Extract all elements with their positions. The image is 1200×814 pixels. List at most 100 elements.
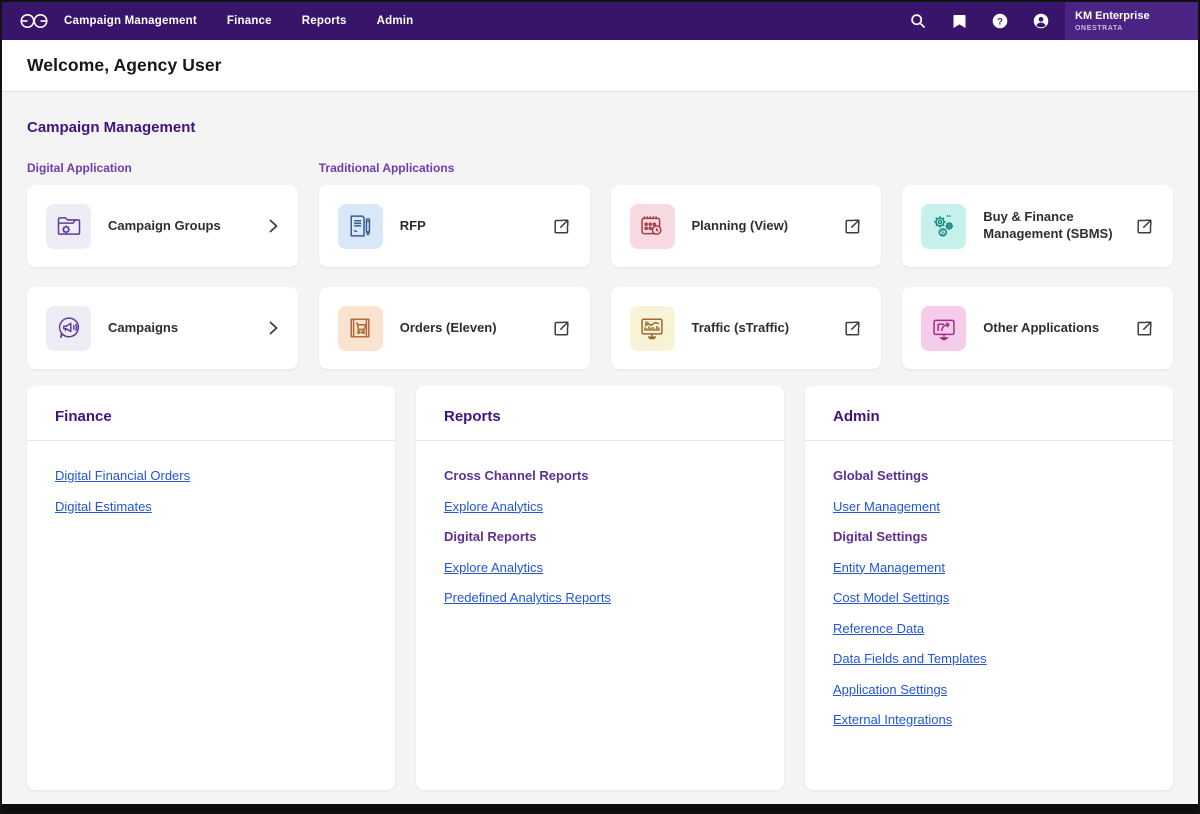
primary-nav: Campaign Management Finance Reports Admin: [64, 15, 413, 27]
link-entity-management: Entity Management: [833, 559, 1145, 577]
link-text-entity-management[interactable]: Entity Management: [833, 560, 945, 575]
monitor-arrow-icon: [921, 306, 966, 351]
panel-title-reports: Reports: [444, 408, 756, 425]
app-card-orders-eleven[interactable]: Orders (Eleven): [319, 287, 590, 369]
app-card-other-applications[interactable]: Other Applications: [902, 287, 1173, 369]
app-card-label: Campaign Groups: [108, 218, 269, 235]
tenant-switcher[interactable]: KM Enterprise ONESTRATA: [1065, 2, 1198, 40]
link-text-user-management[interactable]: User Management: [833, 499, 940, 514]
gears-dollar-icon: $: [921, 204, 966, 249]
calendar-clock-icon: [630, 204, 675, 249]
panel-body-admin: Global Settings User Management Digital Se…: [805, 441, 1173, 768]
panel-header-reports: Reports: [416, 386, 784, 441]
app-card-campaigns[interactable]: Campaigns: [27, 287, 298, 369]
link-text-digital-estimates[interactable]: Digital Estimates: [55, 499, 152, 514]
panel-admin: Admin Global Settings User Management Digit…: [805, 386, 1173, 790]
svg-text:$: $: [941, 230, 945, 237]
tenant-name: KM Enterprise: [1075, 10, 1188, 23]
app-card-label: RFP: [400, 218, 553, 235]
welcome-bar: Welcome, Agency User: [2, 40, 1198, 92]
app-card-label: Buy & Finance Management (SBMS): [983, 209, 1136, 243]
svg-text:?: ?: [997, 16, 1003, 27]
nav-item-finance[interactable]: Finance: [227, 15, 272, 27]
link-predefined-analytics-reports: Predefined Analytics Reports: [444, 589, 756, 607]
panel-reports: Reports Cross Channel Reports Explore Anal…: [416, 386, 784, 790]
folder-gear-icon: [46, 204, 91, 249]
link-text-explore-analytics[interactable]: Explore Analytics: [444, 560, 543, 575]
link-data-fields-and-templates: Data Fields and Templates: [833, 650, 1145, 668]
subheading-digital-settings: Digital Settings: [833, 528, 1145, 546]
search-icon[interactable]: [910, 13, 926, 29]
link-explore-analytics: Explore Analytics: [444, 559, 756, 577]
app-card-label: Traffic (sTraffic): [692, 320, 845, 337]
nav-actions: ?: [910, 13, 1049, 29]
nav-item-admin[interactable]: Admin: [377, 15, 414, 27]
nav-item-campaign-management[interactable]: Campaign Management: [64, 15, 197, 27]
top-navbar: Campaign Management Finance Reports Admin ?…: [2, 2, 1198, 40]
tenant-subtitle: ONESTRATA: [1075, 25, 1188, 32]
panel-title-admin: Admin: [833, 408, 1145, 425]
link-text-explore-analytics[interactable]: Explore Analytics: [444, 499, 543, 514]
link-text-predefined-analytics-reports[interactable]: Predefined Analytics Reports: [444, 590, 611, 605]
link-text-reference-data[interactable]: Reference Data: [833, 621, 924, 636]
help-icon[interactable]: ?: [992, 13, 1008, 29]
link-reference-data: Reference Data: [833, 620, 1145, 638]
link-digital-financial-orders: Digital Financial Orders: [55, 467, 367, 485]
link-digital-estimates: Digital Estimates: [55, 498, 367, 516]
app-card-buy-finance-management-sbms[interactable]: $ Buy & Finance Management (SBMS): [902, 185, 1173, 267]
link-text-cost-model-settings[interactable]: Cost Model Settings: [833, 590, 949, 605]
subheading-digital-reports: Digital Reports: [444, 528, 756, 546]
monitor-chart-icon: [630, 306, 675, 351]
link-application-settings: Application Settings: [833, 681, 1145, 699]
external-link-icon[interactable]: [553, 320, 570, 337]
panel-body-reports: Cross Channel Reports Explore Analytics Di…: [416, 441, 784, 646]
link-user-management: User Management: [833, 498, 1145, 516]
mediaocean-logo[interactable]: [14, 12, 54, 30]
link-text-external-integrations[interactable]: External Integrations: [833, 712, 952, 727]
subheading-global-settings: Global Settings: [833, 467, 1145, 485]
window-bottom-edge: [2, 804, 1198, 812]
chevron-right-icon[interactable]: [269, 321, 278, 335]
external-link-icon[interactable]: [844, 320, 861, 337]
main-content: Campaign Management Digital Application …: [2, 92, 1198, 804]
bookmark-icon[interactable]: [951, 13, 967, 29]
link-text-application-settings[interactable]: Application Settings: [833, 682, 947, 697]
section-title-campaign-management: Campaign Management: [27, 119, 1173, 136]
application-cards-grid: Campaign Groups RFP Planning (View) $ Buy & …: [27, 185, 1173, 369]
nav-item-reports[interactable]: Reports: [302, 15, 347, 27]
external-link-icon[interactable]: [553, 218, 570, 235]
document-pen-icon: [338, 204, 383, 249]
group-label-digital: Digital Application: [27, 161, 298, 175]
external-link-icon[interactable]: [1136, 218, 1153, 235]
app-card-label: Planning (View): [692, 218, 845, 235]
subheading-cross-channel-reports: Cross Channel Reports: [444, 467, 756, 485]
group-label-traditional: Traditional Applications: [319, 161, 1173, 175]
link-external-integrations: External Integrations: [833, 711, 1145, 729]
app-card-label: Campaigns: [108, 320, 269, 337]
panel-body-finance: Digital Financial Orders Digital Estimate…: [27, 441, 395, 554]
section-panels: Finance Digital Financial Orders Digital E…: [27, 386, 1173, 790]
app-card-label: Orders (Eleven): [400, 320, 553, 337]
page-title: Welcome, Agency User: [27, 55, 222, 76]
app-card-label: Other Applications: [983, 320, 1136, 337]
link-explore-analytics: Explore Analytics: [444, 498, 756, 516]
megaphone-bubble-icon: [46, 306, 91, 351]
app-card-rfp[interactable]: RFP: [319, 185, 590, 267]
account-icon[interactable]: [1033, 13, 1049, 29]
external-link-icon[interactable]: [1136, 320, 1153, 337]
panel-header-finance: Finance: [27, 386, 395, 441]
cart-frame-icon: [338, 306, 383, 351]
app-card-campaign-groups[interactable]: Campaign Groups: [27, 185, 298, 267]
panel-finance: Finance Digital Financial Orders Digital E…: [27, 386, 395, 790]
panel-header-admin: Admin: [805, 386, 1173, 441]
link-text-digital-financial-orders[interactable]: Digital Financial Orders: [55, 468, 190, 483]
link-text-data-fields-and-templates[interactable]: Data Fields and Templates: [833, 651, 987, 666]
panel-title-finance: Finance: [55, 408, 367, 425]
app-card-traffic-straffic[interactable]: Traffic (sTraffic): [611, 287, 882, 369]
app-window: Campaign Management Finance Reports Admin ?…: [0, 0, 1200, 814]
app-card-planning-view[interactable]: Planning (View): [611, 185, 882, 267]
card-group-labels: Digital Application Traditional Applicat…: [27, 161, 1173, 175]
external-link-icon[interactable]: [844, 218, 861, 235]
link-cost-model-settings: Cost Model Settings: [833, 589, 1145, 607]
chevron-right-icon[interactable]: [269, 219, 278, 233]
